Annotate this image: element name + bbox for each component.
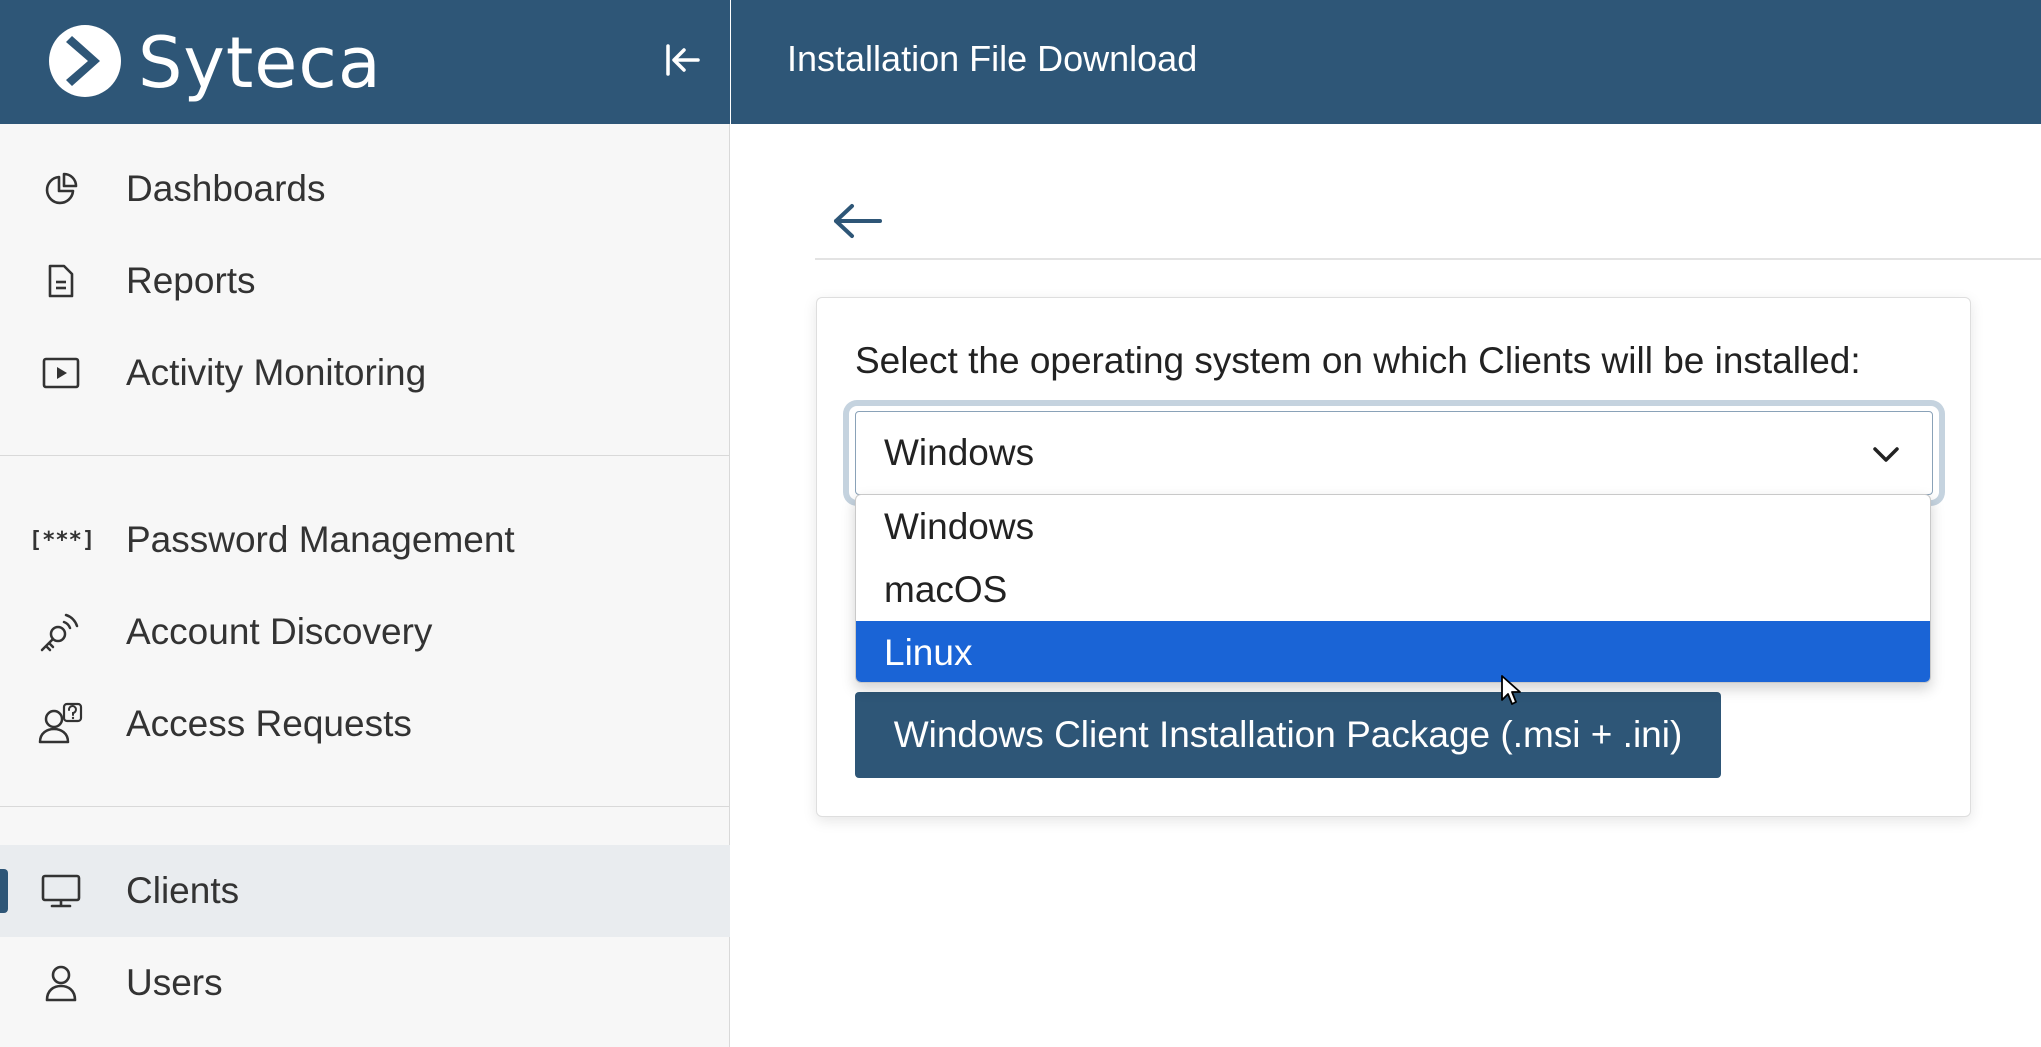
os-option-windows[interactable]: Windows (856, 495, 1930, 558)
brand-bar: Syteca (0, 0, 730, 124)
sidebar-item-label: Account Discovery (126, 611, 433, 652)
app-name: Syteca (138, 22, 382, 104)
sidebar-item-label: Dashboards (126, 168, 326, 209)
sidebar-item-label: Users (126, 962, 223, 1003)
os-select[interactable]: Windows (855, 411, 1933, 495)
sidebar-divider (0, 455, 730, 456)
sidebar-item-label: Password Management (126, 519, 515, 560)
sidebar-item-label: Activity Monitoring (126, 352, 427, 393)
sidebar-item-label: Reports (126, 260, 256, 301)
os-prompt-label: Select the operating system on which Cli… (855, 340, 1861, 381)
password-asterisk-icon: [***] (28, 527, 96, 553)
back-arrow-icon[interactable] (830, 196, 886, 246)
os-select-value: Windows (884, 432, 1035, 473)
sidebar-item-dashboards[interactable]: Dashboards (0, 143, 730, 235)
content-divider (815, 258, 2041, 260)
os-dropdown-list: Windows macOS Linux (855, 494, 1931, 683)
pie-chart-icon (38, 169, 84, 209)
nav-group-analytics: Dashboards Reports Activity Monitoring (0, 143, 730, 419)
sidebar-item-access-requests[interactable]: Access Requests (0, 678, 730, 770)
sidebar-item-label: Clients (126, 870, 240, 911)
chevron-down-icon (1873, 447, 1899, 462)
play-video-icon (38, 353, 84, 393)
download-windows-package-button[interactable]: Windows Client Installation Package (.ms… (855, 692, 1721, 778)
sidebar-item-account-discovery[interactable]: Account Discovery (0, 586, 730, 678)
page-header: Installation File Download (731, 0, 2041, 124)
syteca-logo-icon (49, 25, 121, 97)
document-icon (38, 261, 84, 301)
key-signal-icon (38, 612, 84, 652)
sidebar-item-label: Access Requests (126, 703, 412, 744)
sidebar-item-password-management[interactable]: [***] Password Management (0, 494, 730, 586)
monitor-icon (38, 871, 84, 911)
sidebar-item-users[interactable]: Users (0, 937, 730, 1029)
user-question-icon (38, 702, 84, 744)
nav-group-privileged-access: [***] Password Management Account Discov… (0, 494, 730, 770)
sidebar: Syteca Dashboards Reports Activity Monit… (0, 0, 730, 1047)
collapse-sidebar-icon[interactable] (660, 38, 704, 82)
sidebar-item-clients[interactable]: Clients (0, 845, 730, 937)
os-option-linux[interactable]: Linux (856, 621, 1930, 682)
os-option-macos[interactable]: macOS (856, 558, 1930, 621)
mouse-cursor-icon (1501, 675, 1521, 705)
nav-group-management: Clients Users (0, 845, 730, 1029)
sidebar-item-reports[interactable]: Reports (0, 235, 730, 327)
user-icon (38, 963, 84, 1003)
page-title: Installation File Download (787, 38, 1198, 79)
sidebar-divider (0, 806, 730, 807)
sidebar-item-activity-monitoring[interactable]: Activity Monitoring (0, 327, 730, 419)
